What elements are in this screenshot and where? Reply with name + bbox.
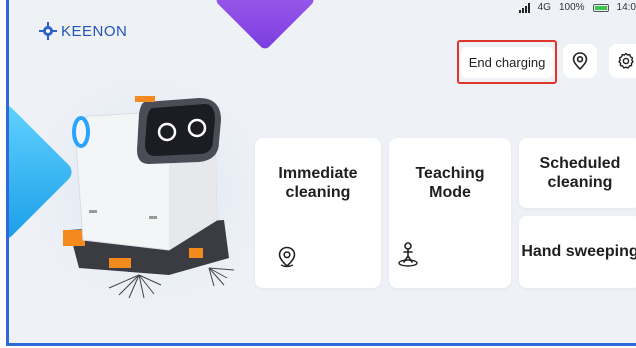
teaching-walker-icon	[398, 242, 418, 267]
hand-sweeping-label: Hand sweeping	[521, 243, 636, 260]
battery-percent: 100%	[558, 2, 585, 13]
location-button[interactable]	[563, 44, 597, 78]
top-decoration	[214, 0, 316, 51]
clock: 14:0	[616, 2, 636, 13]
settings-button[interactable]	[609, 44, 636, 78]
immediate-cleaning-label: Immediate cleaning	[278, 165, 358, 201]
scheduled-cleaning-label: Scheduled cleaning	[539, 155, 621, 191]
location-pin-icon	[278, 246, 296, 268]
teaching-mode-card[interactable]: Teaching Mode	[389, 138, 511, 288]
brand-name: KEENON	[61, 22, 128, 40]
keenon-logo-icon	[39, 22, 57, 40]
signal-icon	[518, 2, 530, 13]
teaching-mode-label: Teaching Mode	[415, 165, 485, 201]
brand-logo: KEENON	[39, 22, 127, 40]
status-bar: 4G 100% 14:0	[518, 2, 636, 13]
app-screen: KEENON 4G 100% 14:0 End charging Immedia…	[6, 0, 636, 346]
battery-icon	[592, 3, 609, 12]
gear-icon	[618, 52, 634, 69]
network-type: 4G	[537, 2, 551, 13]
end-charging-highlight: End charging	[457, 40, 557, 84]
end-charging-button[interactable]: End charging	[460, 46, 554, 78]
immediate-cleaning-card[interactable]: Immediate cleaning	[255, 138, 381, 288]
location-pin-icon	[572, 52, 588, 70]
hand-sweeping-card[interactable]: Hand sweeping	[519, 216, 636, 288]
cleaning-robot-image	[63, 96, 235, 299]
scheduled-cleaning-card[interactable]: Scheduled cleaning	[519, 138, 636, 208]
